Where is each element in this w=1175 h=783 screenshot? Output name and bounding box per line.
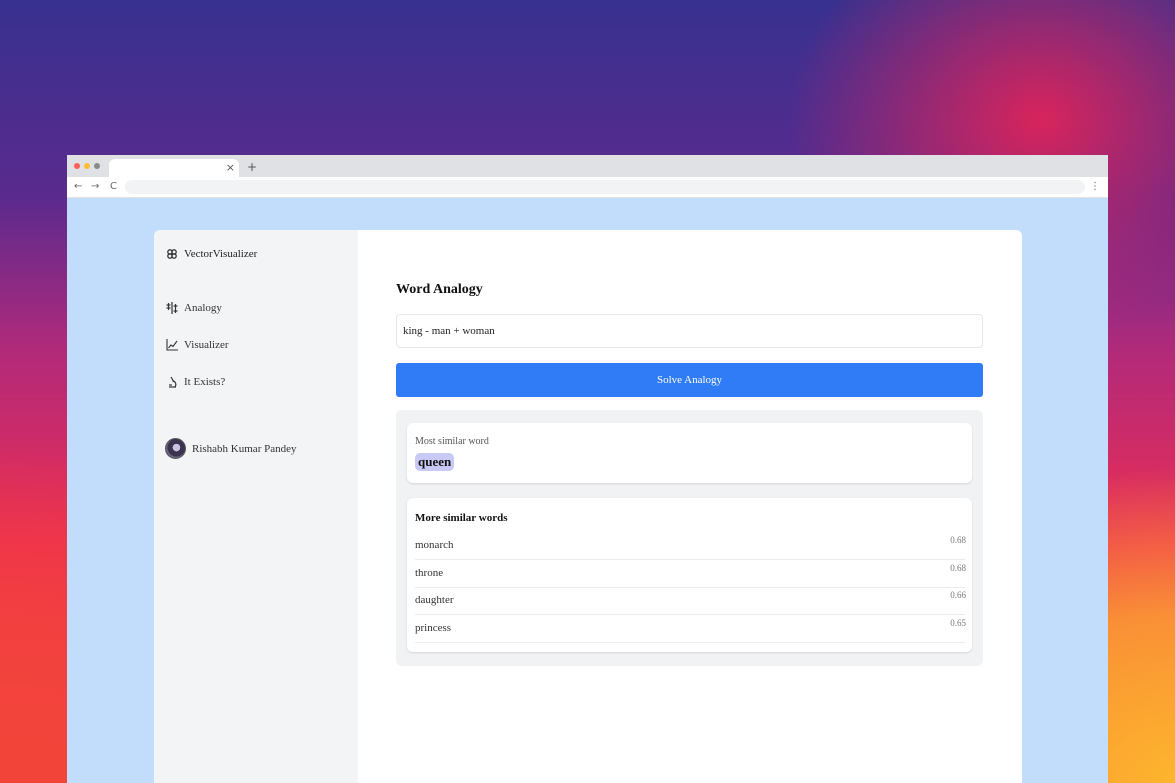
browser-menu-icon[interactable]: ⋮ [1090, 180, 1100, 194]
sidebar-item-label: Analogy [184, 302, 222, 314]
more-similar-title: More similar words [415, 512, 508, 524]
most-similar-card: Most similar word queen [407, 423, 972, 483]
user-profile[interactable]: Rishabh Kumar Pandey [165, 438, 296, 459]
most-similar-label: Most similar word [415, 436, 489, 447]
solve-analogy-button[interactable]: Solve Analogy [396, 363, 983, 397]
similarity-score: 0.66 [950, 590, 966, 600]
chart-icon [166, 339, 178, 351]
browser-tab[interactable]: × [109, 159, 239, 177]
sidebar-item-label: Visualizer [184, 339, 229, 351]
similarity-score: 0.68 [950, 535, 966, 545]
analogy-icon [166, 302, 178, 314]
minimize-window-dot[interactable] [84, 163, 90, 169]
user-name: Rishabh Kumar Pandey [192, 442, 297, 455]
similar-word: princess [415, 622, 452, 634]
logo-icon [167, 249, 177, 259]
reload-button[interactable]: C [110, 180, 117, 194]
similar-word: monarch [415, 539, 454, 551]
close-window-dot[interactable] [74, 163, 80, 169]
page-title: Word Analogy [396, 282, 483, 297]
analogy-input[interactable]: king - man + woman [396, 314, 983, 348]
most-similar-word: queen [415, 453, 455, 471]
tab-bar: × + [67, 155, 1108, 177]
main-content: Word Analogy king - man + woman Solve An… [358, 230, 1022, 783]
similarity-score: 0.68 [950, 563, 966, 573]
close-tab-icon[interactable]: × [226, 161, 235, 175]
maximize-window-dot[interactable] [94, 163, 100, 169]
similar-word: throne [415, 567, 444, 579]
back-button[interactable]: ← [74, 180, 82, 194]
similar-word: daughter [415, 594, 454, 606]
address-bar[interactable] [125, 180, 1085, 194]
forward-button[interactable]: → [91, 180, 99, 194]
more-similar-card: More similar words monarch 0.68 throne 0… [407, 498, 972, 652]
sidebar-item-label: It Exists? [184, 376, 226, 388]
list-item: daughter 0.66 [415, 587, 966, 615]
new-tab-button[interactable]: + [247, 160, 257, 174]
similarity-score: 0.65 [950, 618, 966, 628]
sidebar-item-analogy[interactable]: Analogy [166, 302, 222, 314]
brand-name: VectorVisualizer [184, 248, 258, 260]
microscope-icon [169, 376, 177, 388]
app-container: VectorVisualizer Analogy Visualizer It E… [154, 230, 1022, 783]
list-item: throne 0.68 [415, 560, 966, 588]
sidebar-item-visualizer[interactable]: Visualizer [166, 339, 229, 351]
window-controls [74, 163, 100, 169]
sidebar-item-it-exists[interactable]: It Exists? [166, 376, 225, 388]
nav-bar: ← → C ⋮ [67, 177, 1108, 198]
list-item: monarch 0.68 [415, 532, 966, 560]
browser-window: × + ← → C ⋮ VectorVisualizer Analogy Vis… [67, 155, 1108, 783]
avatar [165, 438, 186, 459]
results-panel: Most similar word queen More similar wor… [396, 410, 983, 666]
list-item: princess 0.65 [415, 615, 966, 643]
sidebar: VectorVisualizer Analogy Visualizer It E… [154, 230, 358, 783]
brand[interactable]: VectorVisualizer [166, 248, 257, 260]
